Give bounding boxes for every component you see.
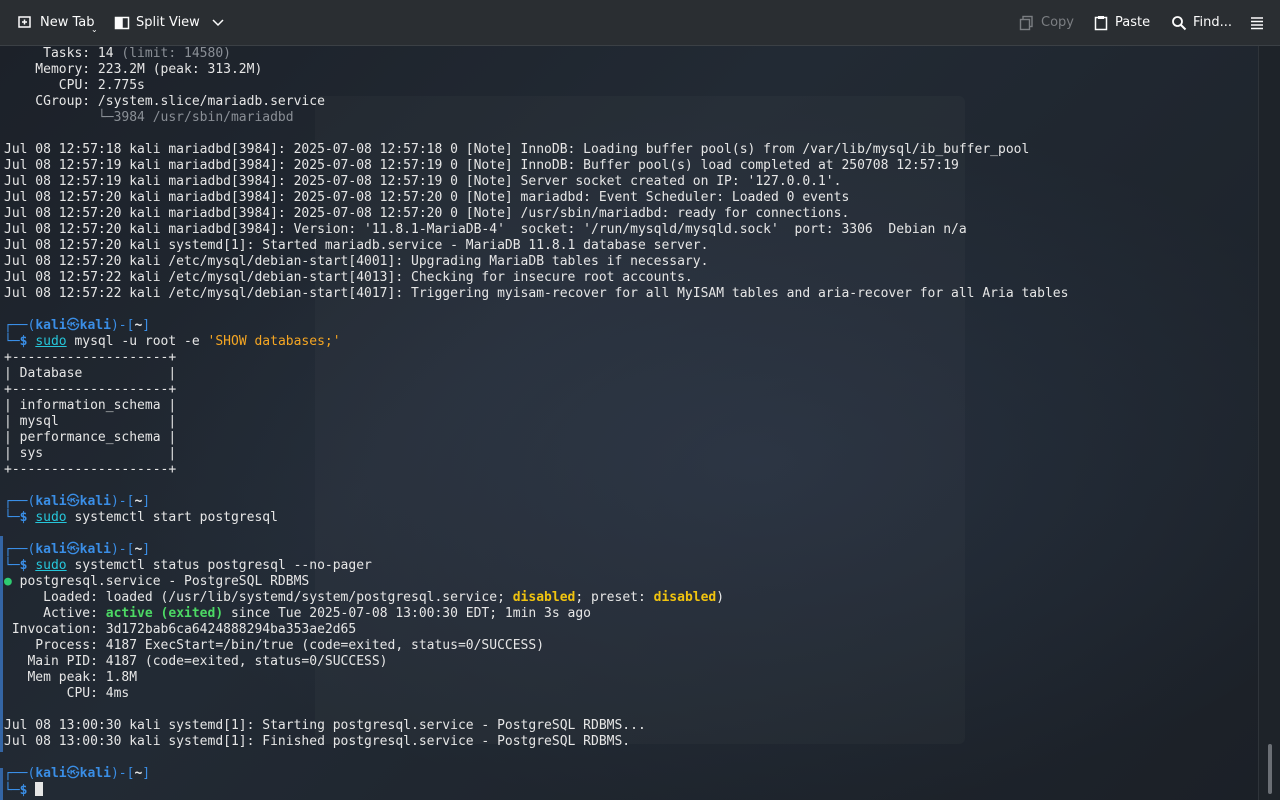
terminal-line: Tasks: 14 (limit: 14580) — [4, 46, 231, 61]
hamburger-menu-button[interactable] — [1249, 0, 1265, 45]
paste-button[interactable]: Paste — [1093, 0, 1150, 45]
terminal-line: Jul 08 12:57:22 kali /etc/mysql/debian-s… — [4, 286, 1069, 301]
table-line: | performance_schema | — [4, 430, 177, 445]
terminal-line: Memory: 223.2M (peak: 313.2M) — [4, 62, 263, 77]
scrollbar[interactable] — [1258, 46, 1280, 800]
loaded-line: Loaded: loaded (/usr/lib/systemd/system/… — [4, 590, 725, 605]
status-line: Invocation: 3d172bab6ca6424888294ba353ae… — [4, 622, 357, 637]
paste-label: Paste — [1115, 15, 1151, 30]
hamburger-menu-icon — [1249, 15, 1265, 31]
text-cursor — [35, 782, 44, 796]
chevron-down-icon: ⌄ — [91, 25, 98, 34]
terminal-line: Jul 08 12:57:19 kali mariadbd[3984]: 202… — [4, 158, 959, 173]
new-tab-icon — [18, 15, 34, 31]
prompt-header: ┌──(kali㉿kali)-[~] — [4, 494, 151, 509]
table-line: | mysql | — [4, 414, 177, 429]
search-icon — [1171, 15, 1187, 31]
log-line: Jul 08 13:00:30 kali systemd[1]: Finishe… — [4, 734, 631, 749]
status-line: Mem peak: 1.8M — [4, 670, 138, 685]
terminal-line: Jul 08 12:57:20 kali mariadbd[3984]: 202… — [4, 206, 850, 221]
terminal-line: Jul 08 12:57:20 kali mariadbd[3984]: Ver… — [4, 222, 967, 237]
prompt-header: ┌──(kali㉿kali)-[~] — [4, 766, 151, 781]
scrollbar-thumb[interactable] — [1268, 744, 1272, 794]
terminal-toolbar: New Tab ⌄ Split View Copy Paste Find... — [0, 0, 1280, 46]
copy-button[interactable]: Copy — [1019, 0, 1074, 45]
prompt-header: ┌──(kali㉿kali)-[~] — [4, 542, 151, 557]
table-line: | sys | — [4, 446, 177, 461]
terminal-line: Jul 08 12:57:19 kali mariadbd[3984]: 202… — [4, 174, 842, 189]
status-line: CPU: 4ms — [4, 686, 130, 701]
find-label: Find... — [1193, 15, 1233, 30]
prompt-header: ┌──(kali㉿kali)-[~] — [4, 318, 151, 333]
copy-label: Copy — [1041, 15, 1074, 30]
status-dot-icon: ● — [4, 574, 12, 589]
terminal-line: Jul 08 12:57:20 kali systemd[1]: Started… — [4, 238, 709, 253]
terminal-output[interactable]: Tasks: 14 (limit: 14580) Memory: 223.2M … — [0, 46, 1258, 800]
log-line: Jul 08 13:00:30 kali systemd[1]: Startin… — [4, 718, 646, 733]
command-line: └─$ sudo mysql -u root -e 'SHOW database… — [4, 334, 341, 349]
table-line: | information_schema | — [4, 398, 177, 413]
active-line: Active: active (exited) since Tue 2025-0… — [4, 606, 592, 621]
terminal-line: Jul 08 12:57:22 kali /etc/mysql/debian-s… — [4, 270, 693, 285]
new-tab-label: New Tab — [40, 15, 95, 30]
status-line: Process: 4187 ExecStart=/bin/true (code=… — [4, 638, 545, 653]
service-line: ● postgresql.service - PostgreSQL RDBMS — [4, 574, 310, 589]
paste-icon — [1093, 15, 1109, 31]
terminal-line: Jul 08 12:57:20 kali mariadbd[3984]: 202… — [4, 190, 850, 205]
status-line: Main PID: 4187 (code=exited, status=0/SU… — [4, 654, 388, 669]
table-line: +--------------------+ — [4, 382, 177, 397]
terminal-line: CPU: 2.775s — [4, 78, 145, 93]
copy-icon — [1019, 15, 1035, 31]
table-line: | Database | — [4, 366, 177, 381]
command-line: └─$ sudo systemctl start postgresql — [4, 510, 278, 525]
find-button[interactable]: Find... — [1171, 0, 1232, 45]
terminal-line: Jul 08 12:57:18 kali mariadbd[3984]: 202… — [4, 142, 1030, 157]
terminal-line: CGroup: /system.slice/mariadb.service — [4, 94, 325, 109]
chevron-down-icon — [212, 18, 224, 27]
terminal-line: Jul 08 12:57:20 kali /etc/mysql/debian-s… — [4, 254, 709, 269]
block-marker — [0, 536, 3, 752]
new-tab-button[interactable]: New Tab ⌄ — [18, 0, 98, 45]
block-marker — [0, 768, 3, 800]
split-view-button[interactable]: Split View — [114, 0, 224, 45]
table-line: +--------------------+ — [4, 462, 177, 477]
split-view-label: Split View — [136, 15, 200, 30]
terminal-line: └─3984 /usr/sbin/mariadbd — [4, 110, 294, 125]
command-line[interactable]: └─$ — [4, 782, 44, 798]
split-view-icon — [114, 15, 130, 31]
command-line: └─$ sudo systemctl status postgresql --n… — [4, 558, 372, 573]
table-line: +--------------------+ — [4, 350, 177, 365]
